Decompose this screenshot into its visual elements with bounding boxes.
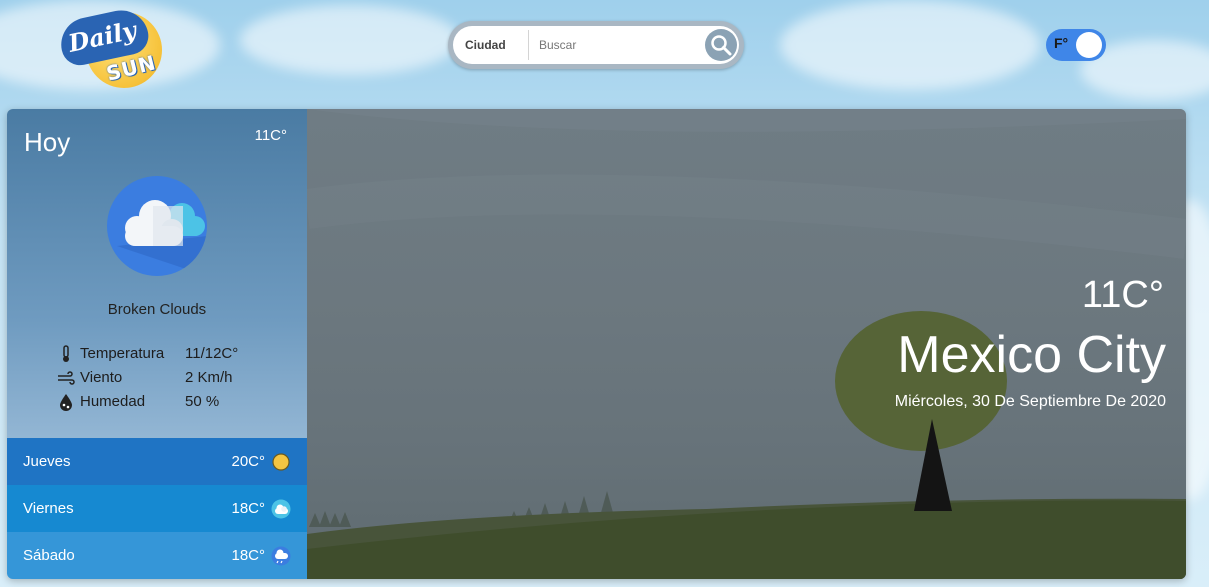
- city-filter-button[interactable]: Ciudad: [465, 26, 506, 64]
- cloud-icon: [271, 499, 291, 519]
- stat-label: Humedad: [80, 393, 146, 410]
- app-logo[interactable]: Daily SUN: [56, 5, 168, 90]
- stat-label: Viento: [80, 369, 123, 386]
- stat-value: 2 Km/h: [185, 369, 233, 386]
- humidity-icon: [57, 393, 75, 411]
- city-scene: 11C° Mexico City Miércoles, 30 De Septie…: [307, 109, 1186, 579]
- wind-icon: [57, 369, 75, 387]
- current-date: Miércoles, 30 De Septiembre De 2020: [894, 393, 1166, 410]
- forecast-day: Sábado: [23, 547, 75, 564]
- broken-clouds-icon: [107, 176, 207, 276]
- forecast-row[interactable]: Jueves 20C°: [7, 438, 307, 485]
- forecast-temp: 18C°: [231, 500, 265, 517]
- forecast-day: Viernes: [23, 500, 74, 517]
- hero-temp: 11C°: [1081, 274, 1164, 316]
- weather-card: Hoy 11C° Broken Clouds Temperatura 11/12…: [7, 109, 1186, 579]
- sun-icon: [271, 452, 291, 472]
- thermometer-icon: [57, 345, 75, 363]
- stat-value: 50 %: [185, 393, 220, 410]
- city-name: Mexico City: [897, 326, 1166, 384]
- sky-cloud: [780, 0, 1040, 90]
- forecast-day: Jueves: [23, 453, 71, 470]
- unit-toggle-label: F°: [1054, 35, 1069, 51]
- forecast-temp: 20C°: [231, 453, 265, 470]
- today-panel: Hoy 11C° Broken Clouds Temperatura 11/12…: [7, 109, 307, 579]
- search-button[interactable]: [705, 29, 737, 61]
- stat-label: Temperatura: [80, 345, 165, 362]
- sky-cloud: [240, 5, 460, 75]
- unit-toggle[interactable]: F°: [1046, 29, 1106, 61]
- forecast-row[interactable]: Sábado 18C°: [7, 532, 307, 579]
- today-title: Hoy: [24, 127, 71, 157]
- search-icon: [711, 35, 732, 56]
- forecast-row[interactable]: Viernes 18C°: [7, 485, 307, 532]
- toggle-knob: [1076, 32, 1102, 58]
- today-temp: 11C°: [254, 127, 287, 144]
- search-input[interactable]: [539, 35, 699, 55]
- stat-value: 11/12C°: [185, 345, 239, 362]
- forecast-temp: 18C°: [231, 547, 265, 564]
- rain-cloud-icon: [271, 546, 291, 566]
- search-bar: Ciudad: [448, 21, 744, 69]
- weather-description: Broken Clouds: [107, 301, 207, 318]
- search-divider: [528, 30, 529, 60]
